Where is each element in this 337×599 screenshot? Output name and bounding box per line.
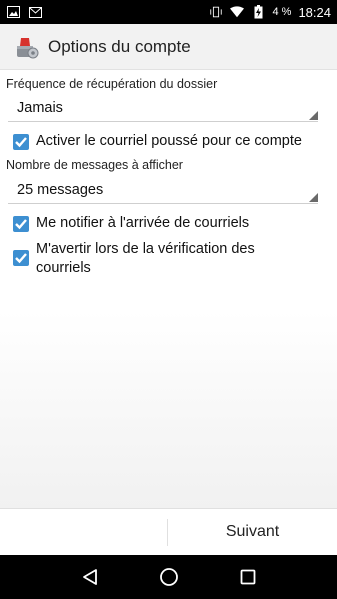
back-icon[interactable]: [79, 566, 101, 588]
page-title: Options du compte: [48, 36, 191, 56]
warn-checkbox[interactable]: [12, 249, 30, 267]
messages-count-label: Nombre de messages à afficher: [6, 158, 183, 172]
warn-label: M'avertir lors de la vérification des co…: [36, 241, 255, 276]
messages-count-value: 25 messages: [17, 182, 104, 198]
frequency-spinner[interactable]: Jamais: [8, 96, 318, 122]
push-label: Activer le courriel poussé pour ce compt…: [36, 133, 302, 149]
navigation-bar: [0, 555, 337, 599]
notify-label: Me notifier à l'arrivée de courriels: [36, 215, 250, 231]
recent-apps-icon[interactable]: [237, 566, 259, 588]
status-bar: 4 % 18:24: [0, 0, 337, 24]
mail-icon: [28, 5, 42, 19]
dropdown-arrow-icon: [309, 111, 318, 120]
notify-checkbox[interactable]: [12, 215, 30, 233]
dropdown-arrow-icon: [309, 193, 318, 202]
battery-charging-icon: [251, 5, 265, 19]
previous-button-slot: [0, 519, 168, 546]
footer-bar: Suivant: [0, 508, 337, 555]
push-checkbox-row[interactable]: Activer le courriel poussé pour ce compt…: [12, 132, 302, 151]
clock: 18:24: [298, 4, 331, 20]
settings-form: Fréquence de récupération du dossier Jam…: [0, 70, 337, 508]
image-icon: [6, 5, 20, 19]
warn-checkbox-row[interactable]: M'avertir lors de la vérification des co…: [12, 240, 312, 278]
home-icon[interactable]: [158, 566, 180, 588]
messages-count-spinner[interactable]: 25 messages: [8, 178, 318, 204]
vibrate-icon: [209, 5, 223, 19]
battery-percent: 4 %: [272, 6, 292, 18]
notify-checkbox-row[interactable]: Me notifier à l'arrivée de courriels: [12, 214, 249, 233]
frequency-value: Jamais: [17, 100, 63, 116]
frequency-label: Fréquence de récupération du dossier: [6, 77, 218, 91]
account-settings-icon: [14, 34, 40, 60]
action-bar: Options du compte: [0, 24, 337, 70]
push-checkbox[interactable]: [12, 133, 30, 151]
wifi-icon: [230, 5, 245, 19]
next-button[interactable]: Suivant: [168, 509, 337, 555]
